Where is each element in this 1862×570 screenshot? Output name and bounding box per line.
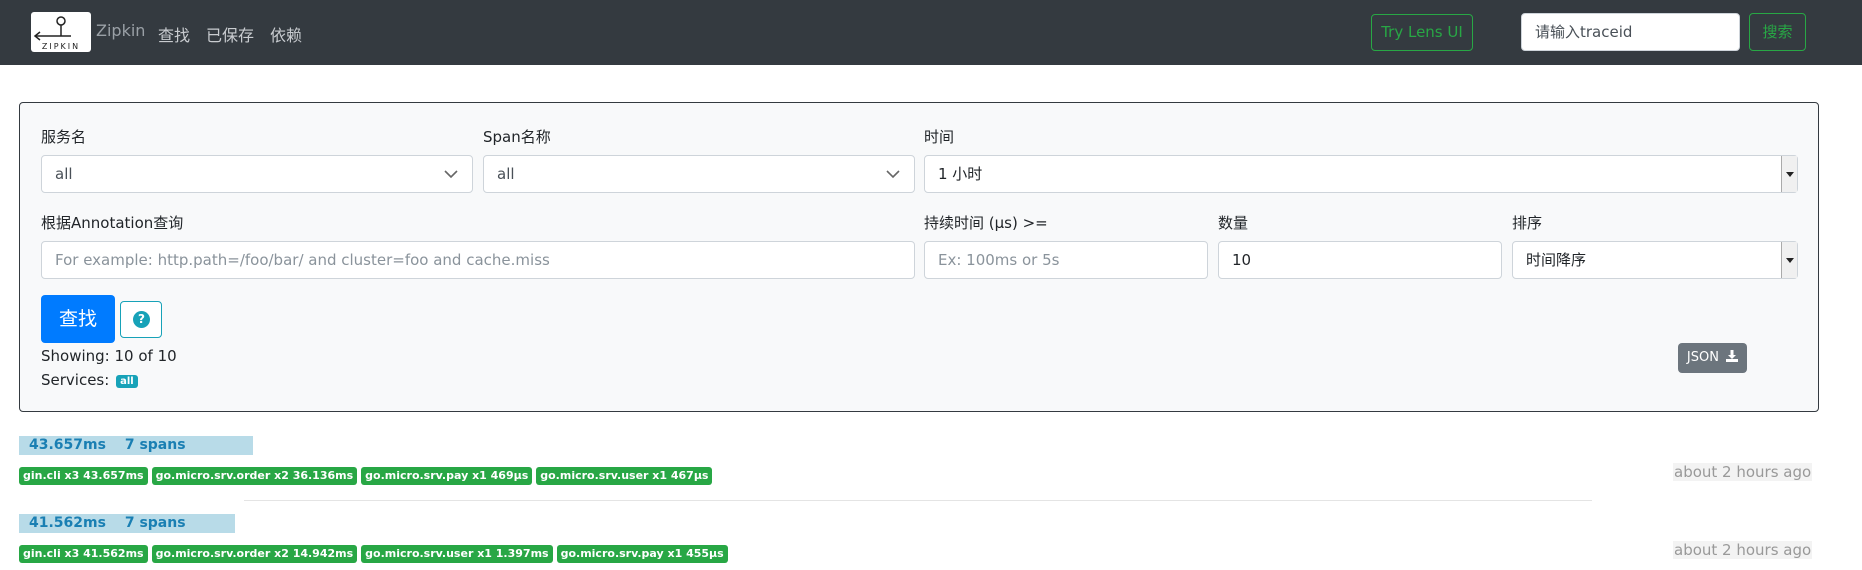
services-badge[interactable]: all [116,375,138,388]
trace-summary-bar[interactable]: 41.562ms 7 spans [19,514,235,533]
service-name-label: 服务名 [41,128,87,146]
service-name-select[interactable]: all [41,155,473,193]
service-badge[interactable]: go.micro.srv.pay x1 469μs [361,467,533,485]
showing-count: Showing: 10 of 10 [41,347,177,365]
nav-link-find[interactable]: 查找 [158,22,190,46]
service-badge[interactable]: go.micro.srv.order x2 36.136ms [151,467,358,485]
json-download-button[interactable]: JSON [1678,343,1747,373]
find-button[interactable]: 查找 [41,295,115,343]
span-name-label: Span名称 [483,128,551,146]
zipkin-logo[interactable]: ZIPKIN [31,12,91,52]
traceid-input[interactable] [1521,13,1740,51]
annotation-query-input[interactable]: For example: http.path=/foo/bar/ and clu… [41,241,915,279]
limit-input[interactable]: 10 [1218,241,1502,279]
service-name-value: all [55,165,73,183]
try-lens-ui-button[interactable]: Try Lens UI [1371,14,1473,51]
trace-duration: 43.657ms [29,437,106,453]
trace-services-row: gin.cli x3 43.657ms go.micro.srv.order x2… [19,464,716,485]
service-badge[interactable]: gin.cli x3 43.657ms [19,467,148,485]
service-badge[interactable]: go.micro.srv.pay x1 455μs [556,545,728,563]
duration-input[interactable]: Ex: 100ms or 5s [924,241,1208,279]
sort-value: 时间降序 [1526,251,1587,269]
chevron-down-icon [886,170,900,179]
time-value: 1 小时 [938,165,983,183]
trace-span-count: 7 spans [124,437,186,453]
time-select[interactable]: 1 小时 [924,155,1798,193]
help-button[interactable]: ? [120,301,162,338]
time-label: 时间 [924,128,955,146]
limit-label: 数量 [1218,214,1249,232]
nav-link-saved[interactable]: 已保存 [206,22,254,46]
trace-services-row: gin.cli x3 41.562ms go.micro.srv.order x2… [19,542,732,563]
time-dropdown-arrow[interactable] [1781,156,1797,192]
traceid-search-button[interactable]: 搜索 [1749,13,1806,51]
service-badge[interactable]: go.micro.srv.order x2 14.942ms [151,545,358,563]
trace-duration: 41.562ms [29,515,106,531]
span-name-select[interactable]: all [483,155,915,193]
service-badge[interactable]: go.micro.srv.user x1 467μs [536,467,713,485]
trace-span-count: 7 spans [124,515,186,531]
sort-dropdown-arrow[interactable] [1781,242,1797,278]
service-badge[interactable]: gin.cli x3 41.562ms [19,545,148,563]
trace-summary-bar[interactable]: 43.657ms 7 spans [19,436,253,455]
annotation-query-label: 根据Annotation查询 [41,214,184,232]
logo-text: ZIPKIN [41,42,81,51]
question-circle-icon: ? [133,311,150,328]
sort-select[interactable]: 时间降序 [1512,241,1798,279]
search-form-panel: 服务名 all Span名称 all 时间 1 小时 根据Annotation查… [19,102,1819,412]
sort-label: 排序 [1512,214,1543,232]
services-filter: Services: all [41,371,138,389]
trace-divider [244,500,1592,501]
services-label: Services: [41,371,110,389]
trace-timestamp: about 2 hours ago [1673,541,1813,559]
download-icon [1726,350,1739,362]
chevron-down-icon [444,170,458,179]
navbar: ZIPKIN Zipkin 查找 已保存 依赖 Try Lens UI 搜索 [0,0,1862,65]
trace-timestamp: about 2 hours ago [1673,463,1813,481]
span-name-value: all [497,165,515,183]
zipkin-logo-icon [33,16,71,41]
duration-label: 持续时间 (μs) >= [924,214,1048,232]
json-button-label: JSON [1686,350,1719,365]
service-badge[interactable]: go.micro.srv.user x1 1.397ms [361,545,553,563]
nav-link-dependencies[interactable]: 依赖 [270,22,302,46]
brand-name[interactable]: Zipkin [96,21,145,40]
